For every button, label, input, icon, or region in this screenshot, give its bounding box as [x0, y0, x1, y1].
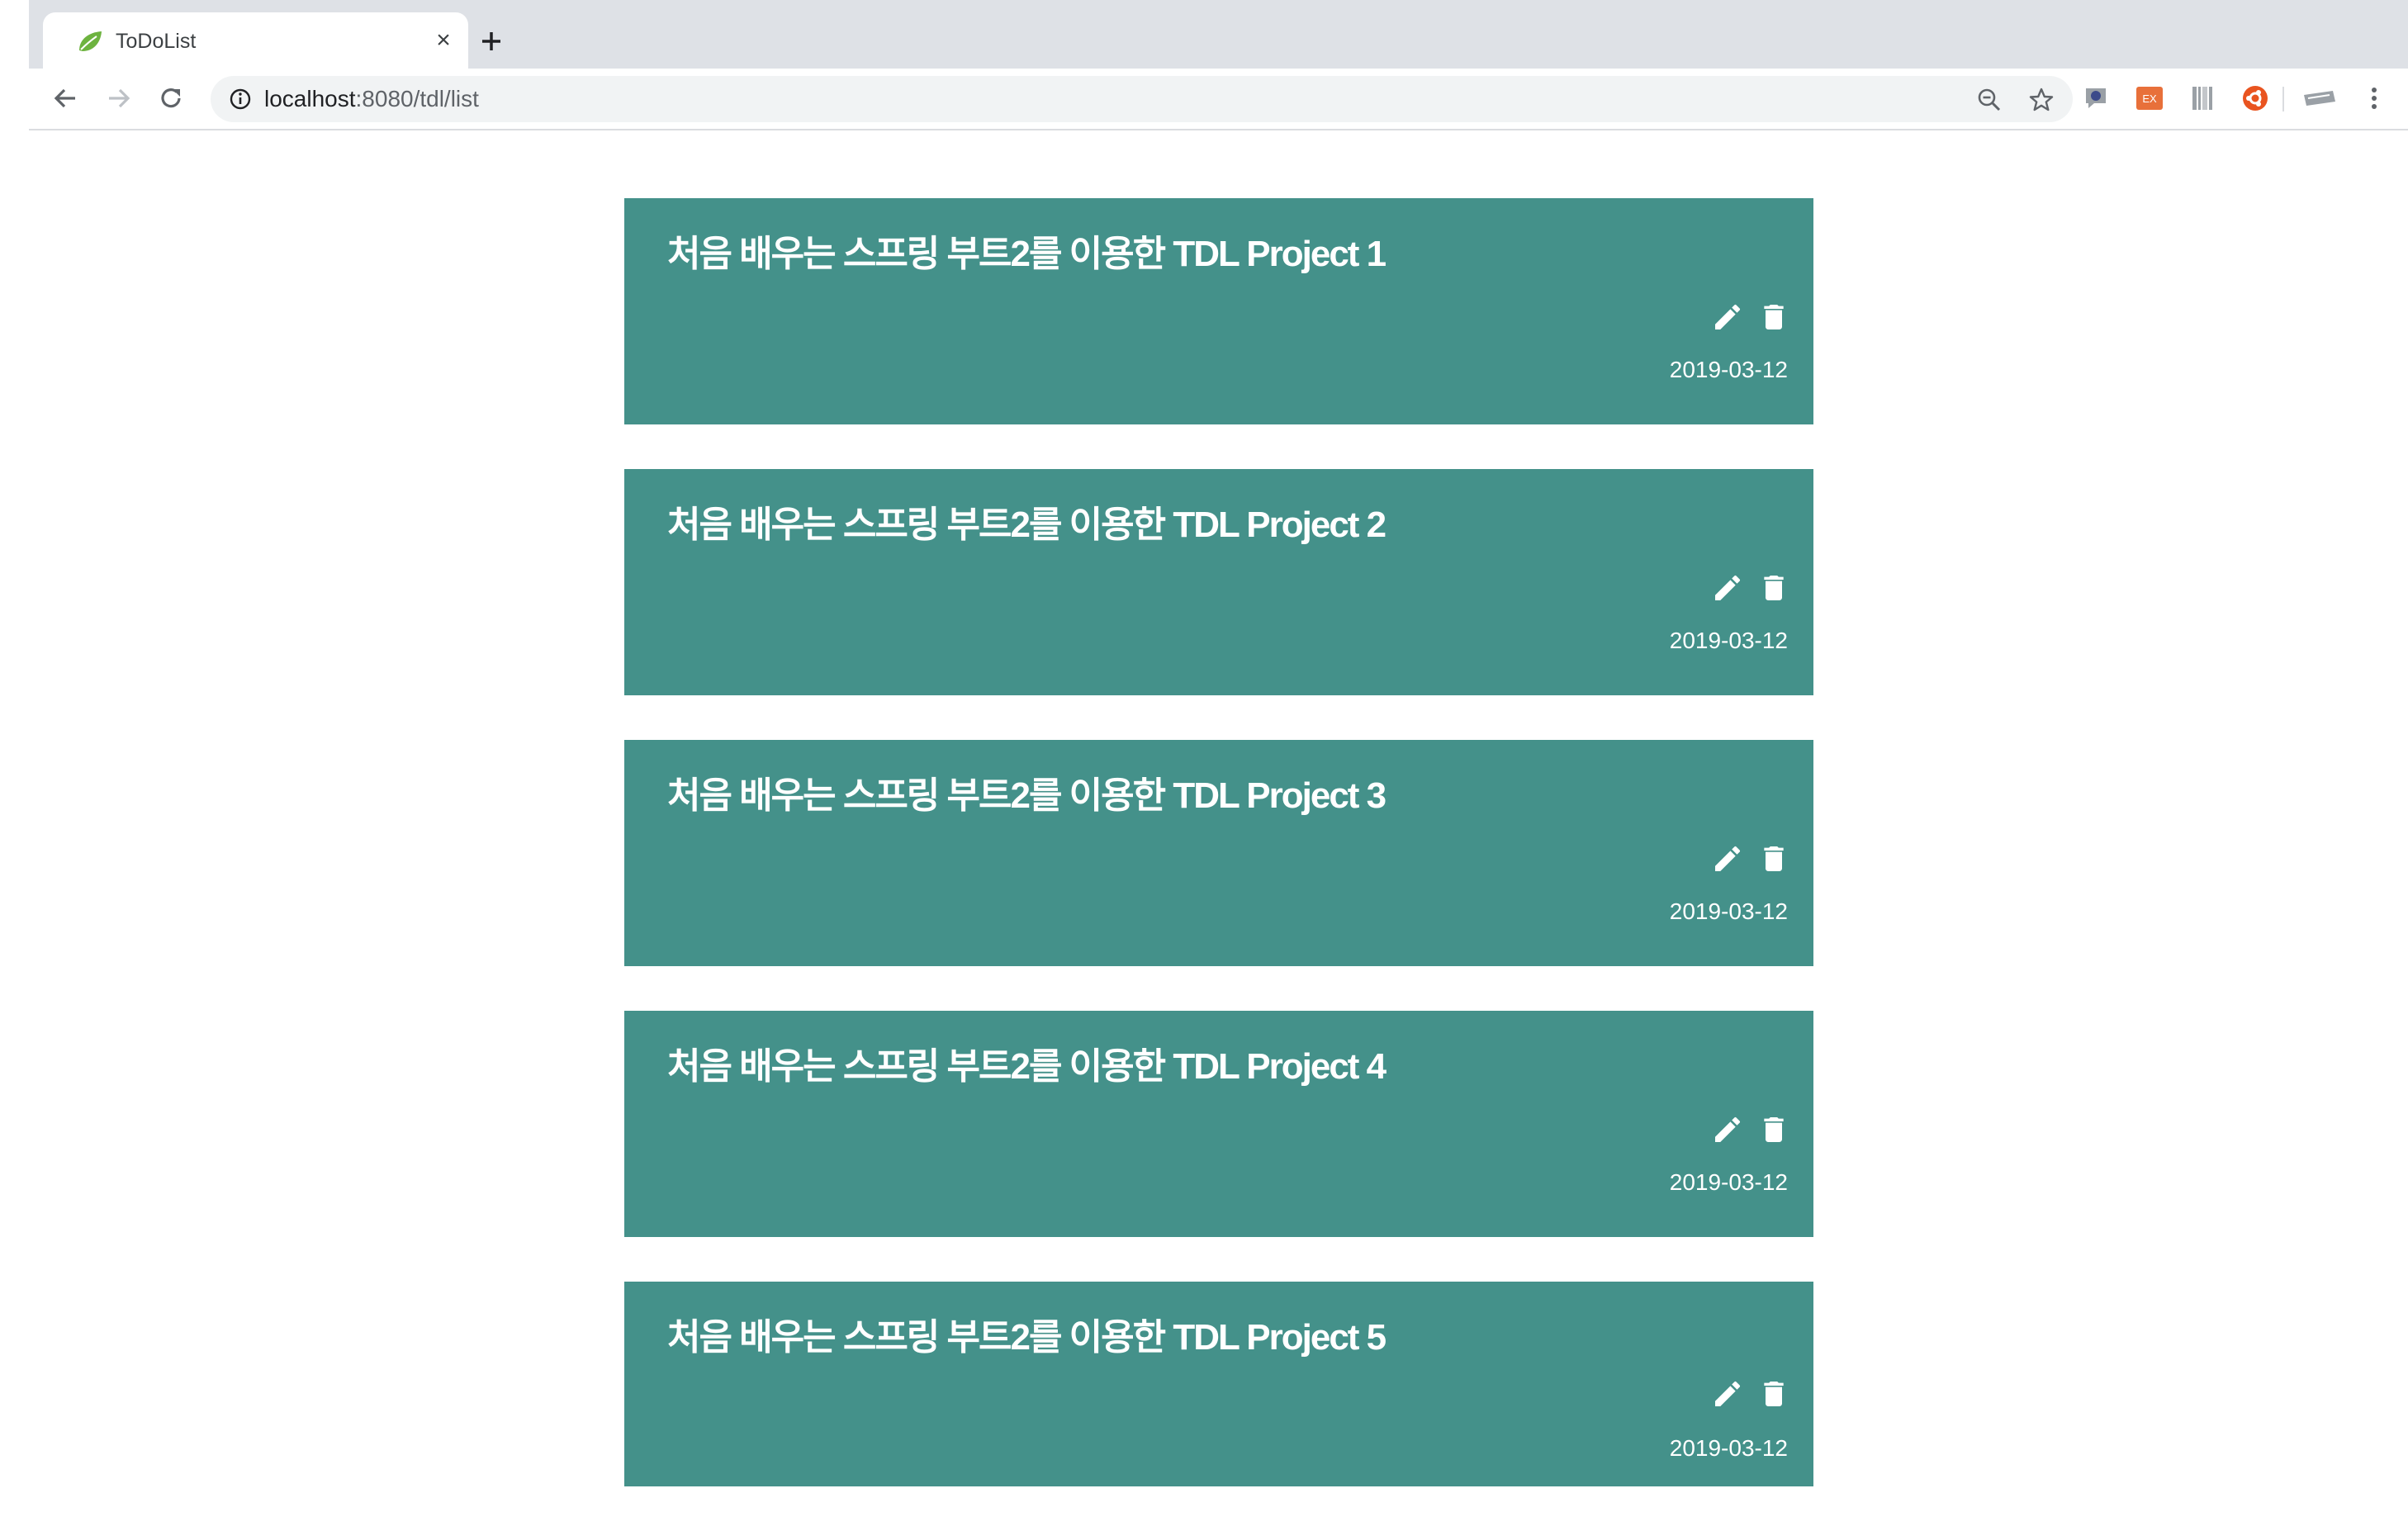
- todo-title: 처음 배우는 스프링 부트2를 이용한 TDL Project 1: [667, 234, 1386, 274]
- browser-toolbar: localhost:8080/tdl/list EX: [29, 69, 2408, 130]
- barcode-extension-icon[interactable]: [2188, 83, 2217, 113]
- delete-trash-icon[interactable]: [1757, 1113, 1790, 1146]
- keyboard-extension-icon[interactable]: [2301, 83, 2338, 113]
- todo-date: 2019-03-12: [1669, 1435, 1788, 1461]
- zoom-out-icon[interactable]: [1975, 86, 2003, 114]
- todo-list: 처음 배우는 스프링 부트2를 이용한 TDL Project 1 2019-0…: [624, 198, 1813, 1531]
- forward-arrow-icon[interactable]: [102, 82, 135, 115]
- todo-actions: [1701, 1377, 1790, 1410]
- todo-date: 2019-03-12: [1669, 898, 1788, 924]
- url-text[interactable]: localhost:8080/tdl/list: [264, 87, 479, 111]
- bookmark-star-icon[interactable]: [2027, 86, 2055, 114]
- toolbar-separator: [2282, 87, 2284, 111]
- todo-card: 처음 배우는 스프링 부트2를 이용한 TDL Project 5 2019-0…: [624, 1282, 1813, 1486]
- todo-date: 2019-03-12: [1669, 1169, 1788, 1195]
- todo-actions: [1701, 1113, 1790, 1146]
- tab-close-icon[interactable]: ×: [431, 28, 456, 53]
- menu-kebab-icon[interactable]: [2359, 83, 2389, 113]
- todo-date: 2019-03-12: [1669, 357, 1788, 382]
- tab-todolist[interactable]: ToDoList ×: [43, 12, 468, 69]
- todo-card: 처음 배우는 스프링 부트2를 이용한 TDL Project 1 2019-0…: [624, 198, 1813, 424]
- edit-pencil-icon[interactable]: [1711, 301, 1744, 334]
- reload-icon[interactable]: [154, 82, 187, 115]
- delete-trash-icon[interactable]: [1757, 571, 1790, 604]
- todo-actions: [1701, 571, 1790, 604]
- url-path: :8080/tdl/list: [355, 86, 479, 111]
- svg-text:EX: EX: [2142, 92, 2157, 105]
- edit-pencil-icon[interactable]: [1711, 842, 1744, 875]
- site-info-icon[interactable]: [229, 88, 252, 111]
- delete-trash-icon[interactable]: [1757, 842, 1790, 875]
- tab-title: ToDoList: [116, 30, 197, 53]
- url-host: localhost: [264, 86, 356, 111]
- tab-strip: ToDoList ×: [29, 0, 2408, 69]
- todo-title: 처음 배우는 스프링 부트2를 이용한 TDL Project 4: [667, 1046, 1386, 1087]
- browser-window: ToDoList × localhost:8080/tdl/list EX 처음…: [29, 0, 2408, 1523]
- todo-date: 2019-03-12: [1669, 628, 1788, 653]
- todo-card: 처음 배우는 스프링 부트2를 이용한 TDL Project 2 2019-0…: [624, 469, 1813, 695]
- delete-trash-icon[interactable]: [1757, 1377, 1790, 1410]
- edit-pencil-icon[interactable]: [1711, 571, 1744, 604]
- address-bar[interactable]: localhost:8080/tdl/list: [211, 76, 2073, 122]
- todo-card: 처음 배우는 스프링 부트2를 이용한 TDL Project 4 2019-0…: [624, 1011, 1813, 1237]
- edit-pencil-icon[interactable]: [1711, 1377, 1744, 1410]
- todo-actions: [1701, 301, 1790, 334]
- todo-title: 처음 배우는 스프링 부트2를 이용한 TDL Project 5: [667, 1317, 1386, 1358]
- page-content: 처음 배우는 스프링 부트2를 이용한 TDL Project 1 2019-0…: [29, 130, 2408, 1523]
- ex-extension-icon[interactable]: EX: [2135, 83, 2164, 113]
- chat-extension-icon[interactable]: [2081, 83, 2111, 113]
- delete-trash-icon[interactable]: [1757, 301, 1790, 334]
- ubuntu-extension-icon[interactable]: [2240, 83, 2270, 113]
- back-arrow-icon[interactable]: [49, 82, 82, 115]
- todo-title: 처음 배우는 스프링 부트2를 이용한 TDL Project 2: [667, 505, 1386, 545]
- todo-actions: [1701, 842, 1790, 875]
- new-tab-plus-icon[interactable]: [475, 25, 508, 58]
- spring-leaf-icon: [79, 31, 102, 51]
- todo-title: 처음 배우는 스프링 부트2를 이용한 TDL Project 3: [667, 775, 1386, 816]
- edit-pencil-icon[interactable]: [1711, 1113, 1744, 1146]
- todo-card: 처음 배우는 스프링 부트2를 이용한 TDL Project 3 2019-0…: [624, 740, 1813, 966]
